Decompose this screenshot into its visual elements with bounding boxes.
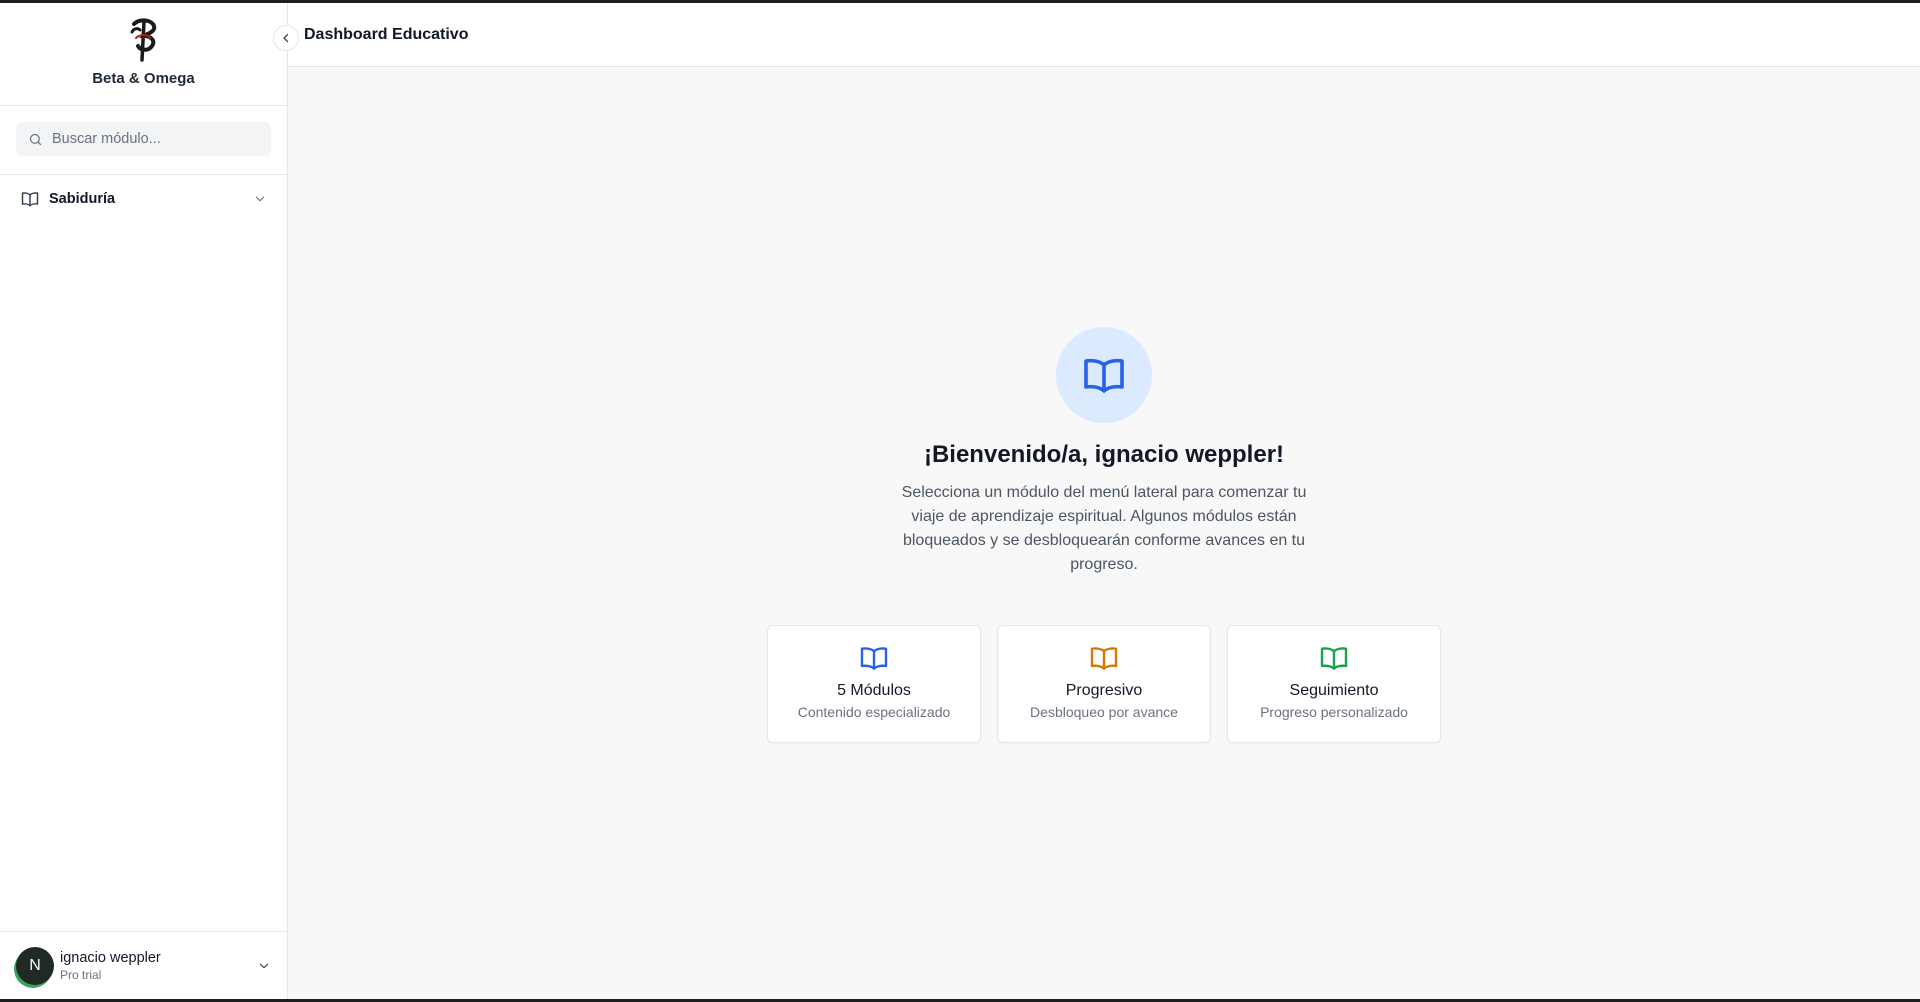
card-title: Seguimiento	[1289, 682, 1379, 699]
book-open-icon	[1090, 647, 1118, 670]
chevron-left-icon	[283, 33, 289, 43]
main-content: ¡Bienvenido/a, ignacio weppler! Seleccio…	[288, 67, 1920, 999]
user-menu[interactable]: N ignacio weppler Pro trial	[0, 931, 287, 999]
brand-name: Beta & Omega	[92, 70, 195, 87]
sidebar: Beta & Omega Sabiduría N ignacio	[0, 3, 288, 999]
feature-card-progressive: Progresivo Desbloqueo por avance	[997, 625, 1211, 743]
page-title: Dashboard Educativo	[304, 25, 469, 43]
search-container	[0, 106, 287, 175]
collapse-sidebar-button[interactable]	[273, 25, 299, 51]
feature-card-modules: 5 Módulos Contenido especializado	[767, 625, 981, 743]
search-input[interactable]	[52, 131, 252, 147]
book-open-icon	[1084, 358, 1124, 393]
feature-card-tracking: Seguimiento Progreso personalizado	[1227, 625, 1441, 743]
welcome-heading: ¡Bienvenido/a, ignacio weppler!	[923, 441, 1285, 468]
welcome-description: Selecciona un módulo del menú lateral pa…	[901, 484, 1307, 573]
top-header: Dashboard Educativo	[288, 3, 1920, 67]
card-title: Progresivo	[1065, 682, 1143, 699]
user-info: ignacio weppler Pro trial	[60, 950, 257, 982]
avatar: N	[16, 946, 54, 985]
card-title: 5 Módulos	[837, 682, 911, 699]
feature-cards: 5 Módulos Contenido especializado Progre…	[767, 625, 1441, 743]
brand: Beta & Omega	[0, 3, 287, 106]
book-open-icon	[1320, 647, 1348, 670]
chevron-down-icon[interactable]	[257, 959, 271, 973]
card-subtitle: Desbloqueo por avance	[1030, 704, 1178, 720]
card-subtitle: Progreso personalizado	[1260, 704, 1408, 720]
hero-icon-badge	[1056, 327, 1152, 423]
app-frame: Beta & Omega Sabiduría N ignacio	[0, 0, 1920, 1002]
brand-logo-icon	[130, 18, 156, 62]
user-plan: Pro trial	[60, 967, 102, 982]
search-icon	[29, 133, 42, 145]
sidebar-item-label: Sabiduría	[49, 191, 116, 207]
sidebar-item-sabiduria[interactable]: Sabiduría	[0, 175, 287, 223]
welcome-section: ¡Bienvenido/a, ignacio weppler! Seleccio…	[288, 327, 1920, 743]
search-box[interactable]	[16, 122, 271, 156]
book-open-icon	[860, 647, 888, 670]
book-open-icon	[21, 192, 39, 207]
chevron-down-icon[interactable]	[253, 192, 267, 206]
card-subtitle: Contenido especializado	[797, 704, 951, 720]
user-name: ignacio weppler	[60, 949, 161, 966]
